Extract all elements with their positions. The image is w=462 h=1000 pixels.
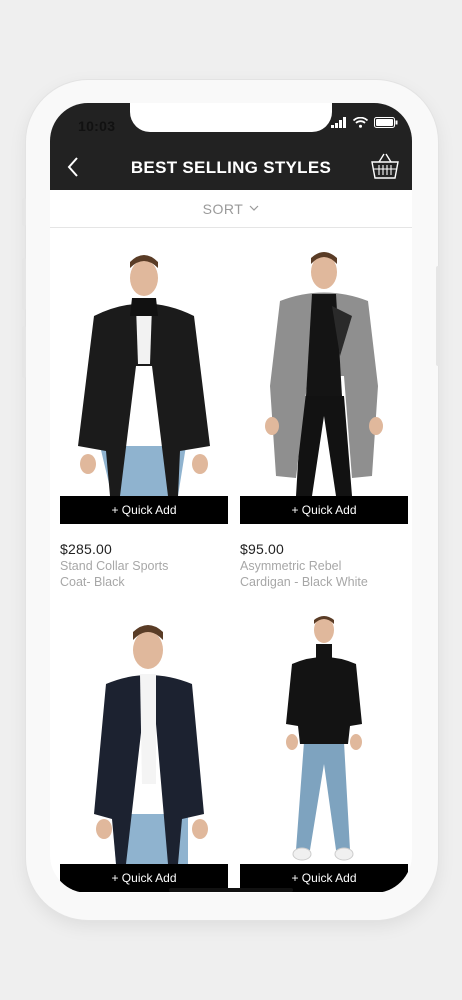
product-image[interactable] <box>240 614 408 864</box>
product-price: $95.00 <box>240 541 285 557</box>
product-name-line: Coat- Black <box>60 575 125 589</box>
product-name[interactable]: Asymmetric Rebel Cardigan - Black White <box>240 558 408 590</box>
phone-side-button <box>22 326 26 378</box>
page-title: BEST SELLING STYLES <box>130 158 332 177</box>
phone-side-button <box>22 258 26 310</box>
sort-label: SORT <box>202 200 244 217</box>
phone-side-button <box>22 198 26 226</box>
home-indicator[interactable] <box>169 888 293 892</box>
product-name-line: Cardigan - Black White <box>240 575 368 589</box>
phone-notch <box>130 103 332 132</box>
chevron-down-icon <box>249 205 259 211</box>
sort-button[interactable]: SORT <box>50 190 412 228</box>
product-price: $285.00 <box>60 541 113 557</box>
product-name-line: Stand Collar Sports <box>60 559 169 573</box>
battery-icon <box>374 117 398 128</box>
basket-icon <box>371 153 399 179</box>
wifi-icon <box>353 117 368 128</box>
app-screen: 10:03 BEST SELLING STYLES SORT + Quick A… <box>50 103 412 893</box>
quick-add-button[interactable]: + Quick Add <box>60 496 228 524</box>
status-time: 10:03 <box>78 118 116 134</box>
top-nav-bar: BEST SELLING STYLES <box>50 143 412 190</box>
product-name[interactable]: Stand Collar Sports Coat- Black <box>60 558 228 590</box>
signal-icon <box>331 117 346 128</box>
product-name-line: Asymmetric Rebel <box>240 559 342 573</box>
status-bar: 10:03 <box>50 103 412 143</box>
status-icons <box>331 117 398 128</box>
phone-side-button <box>436 266 440 366</box>
quick-add-button[interactable]: + Quick Add <box>240 496 408 524</box>
cart-button[interactable] <box>370 151 400 181</box>
product-image[interactable] <box>60 614 228 864</box>
product-image[interactable] <box>60 246 228 496</box>
product-image[interactable] <box>240 246 408 496</box>
